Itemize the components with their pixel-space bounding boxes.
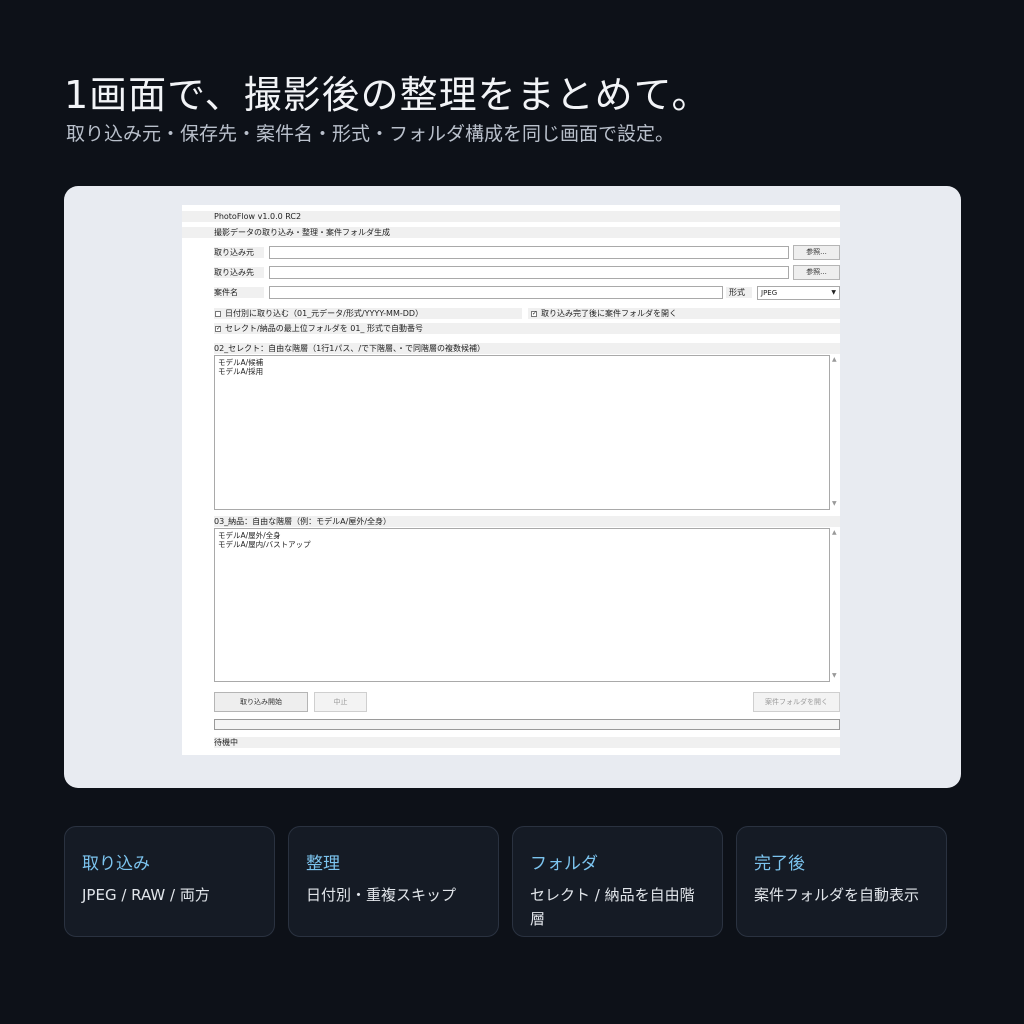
- card-body: JPEG / RAW / 両方: [82, 886, 210, 904]
- project-label: 案件名: [214, 288, 238, 297]
- delivery-section-label: 03_納品：自由な階層（例：モデルA/屋外/全身）: [214, 517, 392, 526]
- status-bg: [214, 737, 840, 748]
- card-body: 日付別・重複スキップ: [306, 886, 457, 904]
- scroll-down-icon[interactable]: ▼: [832, 672, 837, 679]
- app-window: PhotoFlow v1.0.0 RC2 撮影データの取り込み・整理・案件フォル…: [182, 205, 840, 755]
- source-input[interactable]: [269, 246, 789, 259]
- open-after-checkbox[interactable]: ✓: [531, 311, 537, 317]
- format-select[interactable]: JPEG ▼: [757, 286, 840, 300]
- status-text: 待機中: [214, 738, 238, 747]
- scroll-up-icon[interactable]: ▲: [832, 356, 837, 363]
- source-label: 取り込み元: [214, 248, 254, 257]
- scroll-up-icon[interactable]: ▲: [832, 529, 837, 536]
- dest-input[interactable]: [269, 266, 789, 279]
- text-line: モデルA/屋外/全身: [218, 531, 281, 540]
- open-after-label: 取り込み完了後に案件フォルダを開く: [541, 309, 677, 318]
- by-date-label: 日付別に取り込む（01_元データ/形式/YYYY-MM-DD）: [225, 309, 424, 318]
- card-body: セレクト / 納品を自由階層: [530, 886, 695, 928]
- by-date-checkbox[interactable]: [215, 311, 221, 317]
- project-input[interactable]: [269, 286, 723, 299]
- text-line: モデルA/候補: [218, 358, 264, 367]
- select-textarea[interactable]: モデルA/候補 モデルA/採用: [214, 355, 830, 510]
- format-label: 形式: [729, 288, 745, 297]
- text-line: モデルA/採用: [218, 367, 264, 376]
- delivery-textarea[interactable]: モデルA/屋外/全身 モデルA/屋内/バストアップ: [214, 528, 830, 682]
- select-section-label: 02_セレクト：自由な階層（1行1パス、/で下階層、・で同階層の複数候補）: [214, 344, 486, 353]
- dest-label: 取り込み先: [214, 268, 254, 277]
- prefix-label: セレクト/納品の最上位フォルダを 01_ 形式で自動番号: [225, 324, 423, 333]
- feature-card-folder: フォルダ セレクト / 納品を自由階層: [512, 826, 723, 937]
- start-import-button[interactable]: 取り込み開始: [214, 692, 308, 712]
- stop-button[interactable]: 中止: [314, 692, 367, 712]
- feature-card-import: 取り込み JPEG / RAW / 両方: [64, 826, 275, 937]
- scroll-down-icon[interactable]: ▼: [832, 500, 837, 507]
- prefix-checkbox[interactable]: ✓: [215, 326, 221, 332]
- text-line: モデルA/屋内/バストアップ: [218, 540, 311, 549]
- card-title: 取り込み: [82, 854, 150, 874]
- dest-browse-button[interactable]: 参照...: [793, 265, 840, 280]
- card-title: 整理: [306, 854, 340, 874]
- feature-card-complete: 完了後 案件フォルダを自動表示: [736, 826, 947, 937]
- card-body: 案件フォルダを自動表示: [754, 886, 920, 904]
- chevron-down-icon: ▼: [831, 289, 836, 296]
- card-title: フォルダ: [530, 854, 598, 874]
- app-description: 撮影データの取り込み・整理・案件フォルダ生成: [214, 228, 390, 237]
- app-title: PhotoFlow v1.0.0 RC2: [214, 212, 302, 221]
- source-browse-button[interactable]: 参照...: [793, 245, 840, 260]
- card-title: 完了後: [754, 854, 805, 874]
- feature-card-organize: 整理 日付別・重複スキップ: [288, 826, 499, 937]
- hero-subtitle: 取り込み元・保存先・案件名・形式・フォルダ構成を同じ画面で設定。: [66, 123, 675, 145]
- format-select-value: JPEG: [761, 289, 778, 297]
- open-folder-button[interactable]: 案件フォルダを開く: [753, 692, 840, 712]
- progress-bar: [214, 719, 840, 730]
- hero-title: 1画面で、撮影後の整理をまとめて。: [64, 73, 711, 117]
